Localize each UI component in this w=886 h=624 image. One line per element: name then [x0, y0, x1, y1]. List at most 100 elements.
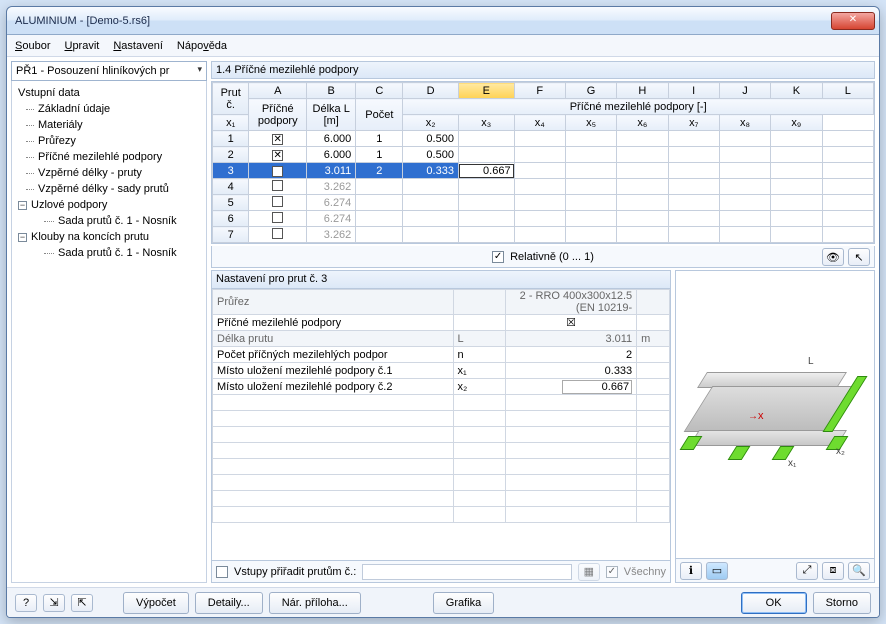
head-x3[interactable]: x₃ — [458, 115, 514, 131]
tree-klouby-sub[interactable]: Sada prutů č. 1 - Nosník — [16, 245, 204, 261]
all-label: Všechny — [624, 566, 666, 578]
detail-editor[interactable] — [562, 380, 632, 394]
view-icon[interactable]: ⧈ — [822, 562, 844, 580]
table-row[interactable]: 66.274 — [213, 211, 874, 227]
col-C[interactable]: C — [356, 83, 403, 99]
head-x1[interactable]: x₁ — [213, 115, 249, 131]
zoom-icon[interactable]: 🔍 — [848, 562, 870, 580]
titlebar[interactable]: ALUMINIUM - [Demo-5.rs6] ✕ — [7, 7, 879, 35]
table-row[interactable]: 56.274 — [213, 195, 874, 211]
col-B[interactable]: B — [307, 83, 356, 99]
head-group[interactable]: Příčné mezilehlé podpory [-] — [403, 99, 874, 115]
collapse-icon[interactable]: − — [18, 233, 27, 242]
detail-row[interactable]: Místo uložení mezilehlé podpory č.1x₁0.3… — [213, 363, 670, 379]
tree-item-vzperne-sady[interactable]: Vzpěrné délky - sady prutů — [16, 181, 204, 197]
help-icon[interactable]: ? — [15, 594, 37, 612]
menubar: Soubor Upravit Nastavení Nápověda — [7, 35, 879, 57]
beam-label-x1: x₁ — [788, 458, 796, 469]
main-panel: 1.4 Příčné mezilehlé podpory Prutč. A B … — [211, 61, 875, 583]
relative-checkbox[interactable]: ✓ — [492, 251, 504, 263]
tree-item-prurezy[interactable]: Průřezy — [16, 133, 204, 149]
assign-checkbox[interactable] — [216, 566, 228, 578]
export-icon[interactable]: ⇱ — [71, 594, 93, 612]
tree-uzlove-sub[interactable]: Sada prutů č. 1 - Nosník — [16, 213, 204, 229]
col-E[interactable]: E — [458, 83, 514, 99]
head-x5[interactable]: x₅ — [565, 115, 616, 131]
table-row[interactable]: 2✕6.00010.500 — [213, 147, 874, 163]
import-icon[interactable]: ⇲ — [43, 594, 65, 612]
head-x8[interactable]: x₈ — [719, 115, 770, 131]
tree-root[interactable]: Vstupní data — [16, 85, 204, 101]
x2-editor[interactable] — [459, 164, 514, 178]
ok-button[interactable]: OK — [741, 592, 807, 614]
col-K[interactable]: K — [771, 83, 822, 99]
detail-row[interactable]: Průřez2 - RRO 400x300x12.5 (EN 10219- — [213, 290, 670, 315]
assign-input[interactable] — [362, 564, 572, 580]
axes-icon[interactable]: ⤢ — [796, 562, 818, 580]
head-pricne[interactable]: Příčné podpory — [249, 99, 307, 131]
annex-button[interactable]: Nár. příloha... — [269, 592, 361, 614]
pick-members-icon[interactable]: ▦ — [578, 563, 600, 581]
pick-icon-button[interactable]: ↖ — [848, 248, 870, 266]
details-button[interactable]: Detaily... — [195, 592, 263, 614]
head-x9[interactable]: x₉ — [771, 115, 822, 131]
table-row[interactable]: 1✕6.00010.500 — [213, 131, 874, 147]
col-A[interactable]: A — [249, 83, 307, 99]
tree-klouby[interactable]: −Klouby na koncích prutu — [16, 229, 204, 245]
relative-label: Relativně (0 ... 1) — [510, 251, 594, 263]
eye-icon-button[interactable]: 👁 — [822, 248, 844, 266]
beam-label-x2: x₂ — [836, 446, 845, 457]
col-I[interactable]: I — [668, 83, 719, 99]
menu-nastaveni[interactable]: Nastavení — [113, 40, 163, 52]
head-x7[interactable]: x₇ — [668, 115, 719, 131]
info-icon[interactable]: ℹ — [680, 562, 702, 580]
detail-panel: Nastavení pro prut č. 3 Průřez2 - RRO 40… — [211, 270, 671, 583]
table-row[interactable]: 3✕3.01120.333 — [213, 163, 874, 179]
tree-item-pricne[interactable]: Příčné mezilehlé podpory — [16, 149, 204, 165]
nav-tree: Vstupní data Základní údaje Materiály Pr… — [11, 81, 207, 583]
col-D[interactable]: D — [403, 83, 459, 99]
head-delka[interactable]: Délka L [m] — [307, 99, 356, 131]
col-G[interactable]: G — [565, 83, 616, 99]
head-x4[interactable]: x₄ — [514, 115, 565, 131]
col-J[interactable]: J — [719, 83, 770, 99]
relative-bar: ✓ Relativně (0 ... 1) 👁 ↖ — [211, 246, 875, 268]
tree-uzlove[interactable]: −Uzlové podpory — [16, 197, 204, 213]
beam-arrow-x: →x — [748, 410, 764, 422]
detail-row[interactable]: Místo uložení mezilehlé podpory č.2x₂ — [213, 379, 670, 395]
col-H[interactable]: H — [617, 83, 668, 99]
detail-row[interactable]: Příčné mezilehlé podpory☒ — [213, 315, 670, 331]
grid-title: 1.4 Příčné mezilehlé podpory — [211, 61, 875, 79]
head-x2[interactable]: x₂ — [403, 115, 459, 131]
close-button[interactable]: ✕ — [831, 12, 875, 30]
content-area: PŘ1 - Posouzení hliníkových pr Vstupní d… — [7, 57, 879, 587]
col-corner[interactable]: Prutč. — [213, 83, 249, 115]
col-F[interactable]: F — [514, 83, 565, 99]
support-grid[interactable]: Prutč. A B C D E F G H I J K L — [212, 82, 874, 243]
head-x6[interactable]: x₆ — [617, 115, 668, 131]
detail-row[interactable]: Počet příčných mezilehlých podporn2 — [213, 347, 670, 363]
tree-item-vzperne-pruty[interactable]: Vzpěrné délky - pruty — [16, 165, 204, 181]
preview-canvas[interactable]: L →x x₁ x₂ — [676, 271, 874, 558]
calc-button[interactable]: Výpočet — [123, 592, 189, 614]
detail-table[interactable]: Průřez2 - RRO 400x300x12.5 (EN 10219-Pří… — [212, 289, 670, 523]
tree-item-zakladni[interactable]: Základní údaje — [16, 101, 204, 117]
collapse-icon[interactable]: − — [18, 201, 27, 210]
menu-napoveda[interactable]: Nápověda — [177, 40, 227, 52]
tree-item-materialy[interactable]: Materiály — [16, 117, 204, 133]
detail-title: Nastavení pro prut č. 3 — [212, 271, 670, 289]
nav-combo[interactable]: PŘ1 - Posouzení hliníkových pr — [11, 61, 207, 81]
head-pocet[interactable]: Počet — [356, 99, 403, 131]
beam-label-L: L — [808, 356, 814, 367]
detail-row[interactable]: Délka prutuL3.011m — [213, 331, 670, 347]
cancel-button[interactable]: Storno — [813, 592, 871, 614]
menu-upravit[interactable]: Upravit — [64, 40, 99, 52]
graphics-button[interactable]: Grafika — [433, 592, 494, 614]
section-icon[interactable]: ▭ — [706, 562, 728, 580]
beam-illustration: L →x x₁ x₂ — [690, 350, 860, 480]
all-checkbox[interactable]: ✓ — [606, 566, 618, 578]
col-L[interactable]: L — [822, 83, 873, 99]
menu-soubor[interactable]: Soubor — [15, 40, 50, 52]
table-row[interactable]: 43.262 — [213, 179, 874, 195]
table-row[interactable]: 73.262 — [213, 227, 874, 243]
